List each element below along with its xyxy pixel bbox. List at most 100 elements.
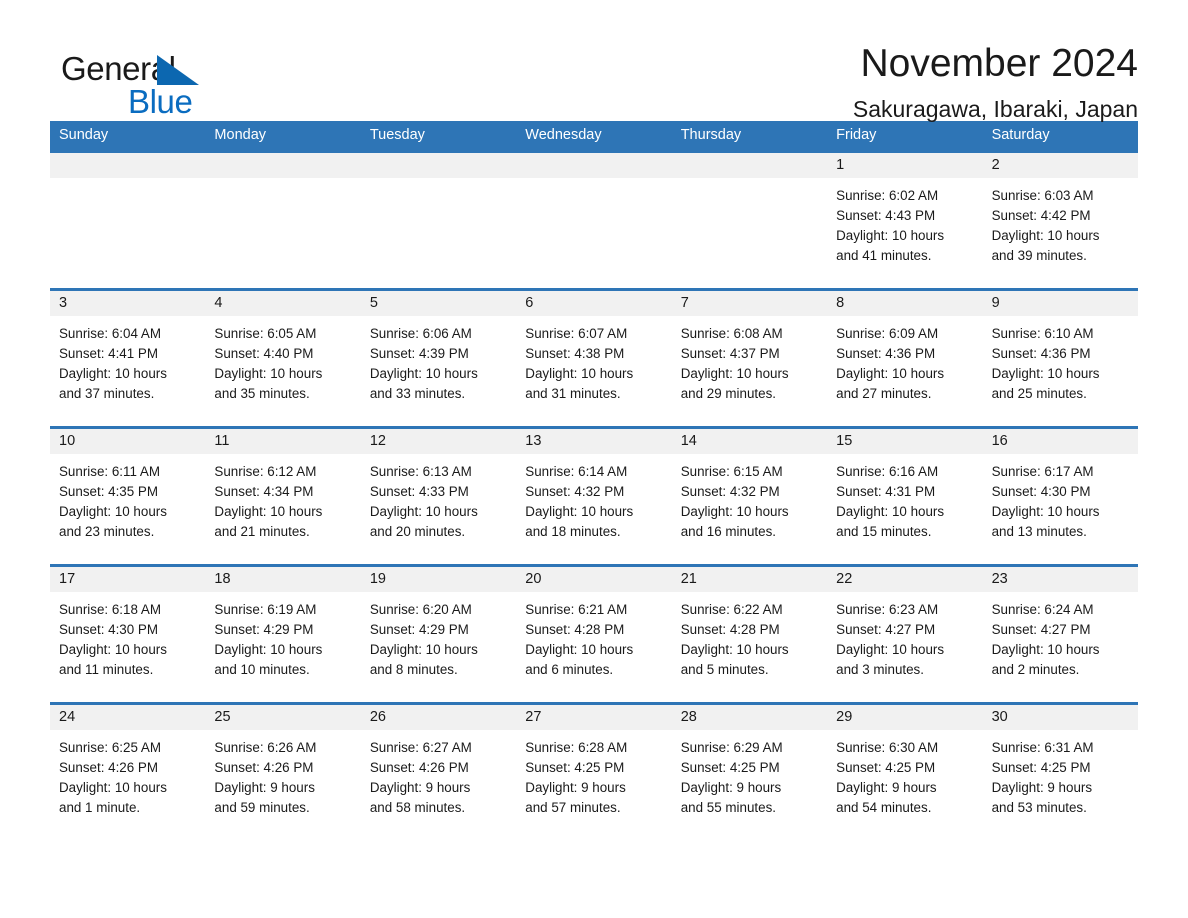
day-number[interactable]: 26 <box>361 705 516 730</box>
day-number[interactable]: 15 <box>827 429 982 454</box>
day-cell[interactable]: Sunrise: 6:03 AM Sunset: 4:42 PM Dayligh… <box>983 178 1138 288</box>
day-number[interactable]: 13 <box>516 429 671 454</box>
day-cell[interactable] <box>672 178 827 288</box>
page-header: General Blue November 2024 Sakuragawa, I… <box>50 0 1138 122</box>
weekday-header-thursday: Thursday <box>680 127 742 143</box>
week-daynumber-band: 10 11 12 13 14 15 16 <box>50 429 1138 454</box>
day-cell[interactable]: Sunrise: 6:06 AM Sunset: 4:39 PM Dayligh… <box>361 316 516 426</box>
day-cell[interactable]: Sunrise: 6:15 AM Sunset: 4:32 PM Dayligh… <box>672 454 827 564</box>
day-number[interactable]: 2 <box>983 153 1138 178</box>
day-number[interactable] <box>50 153 205 178</box>
day-number[interactable]: 23 <box>983 567 1138 592</box>
sunset-text: Sunset: 4:39 PM <box>369 346 469 361</box>
day-number[interactable]: 11 <box>205 429 360 454</box>
day-cell[interactable]: Sunrise: 6:08 AM Sunset: 4:37 PM Dayligh… <box>672 316 827 426</box>
day-number[interactable] <box>516 153 671 178</box>
day-number[interactable]: 5 <box>361 291 516 316</box>
day-cell[interactable]: Sunrise: 6:26 AM Sunset: 4:26 PM Dayligh… <box>205 730 360 840</box>
sunrise-text: Sunrise: 6:28 AM <box>525 740 628 755</box>
day-number[interactable]: 19 <box>361 567 516 592</box>
day-cell[interactable] <box>205 178 360 288</box>
day-cell[interactable]: Sunrise: 6:10 AM Sunset: 4:36 PM Dayligh… <box>983 316 1138 426</box>
day-cell[interactable]: Sunrise: 6:29 AM Sunset: 4:25 PM Dayligh… <box>672 730 827 840</box>
day-number[interactable]: 16 <box>983 429 1138 454</box>
day-number[interactable]: 9 <box>983 291 1138 316</box>
day-number[interactable]: 4 <box>205 291 360 316</box>
daylight-text-line1: Daylight: 10 hours <box>680 642 789 657</box>
day-number[interactable]: 17 <box>50 567 205 592</box>
daylight-text-line2: and 54 minutes. <box>836 800 932 815</box>
day-cell[interactable] <box>516 178 671 288</box>
daylight-text-line1: Daylight: 10 hours <box>214 504 323 519</box>
day-cell[interactable]: Sunrise: 6:17 AM Sunset: 4:30 PM Dayligh… <box>983 454 1138 564</box>
day-cell[interactable]: Sunrise: 6:04 AM Sunset: 4:41 PM Dayligh… <box>50 316 205 426</box>
day-number[interactable] <box>361 153 516 178</box>
sunset-text: Sunset: 4:28 PM <box>525 622 625 637</box>
day-number[interactable]: 14 <box>672 429 827 454</box>
daylight-text-line1: Daylight: 10 hours <box>59 366 167 381</box>
day-number[interactable]: 10 <box>50 429 205 454</box>
day-number[interactable]: 18 <box>205 567 360 592</box>
day-cell[interactable]: Sunrise: 6:31 AM Sunset: 4:25 PM Dayligh… <box>983 730 1138 840</box>
day-cell[interactable]: Sunrise: 6:05 AM Sunset: 4:40 PM Dayligh… <box>205 316 360 426</box>
sunrise-text: Sunrise: 6:03 AM <box>991 188 1094 203</box>
sunrise-text: Sunrise: 6:27 AM <box>369 740 472 755</box>
day-cell[interactable]: Sunrise: 6:18 AM Sunset: 4:30 PM Dayligh… <box>50 592 205 702</box>
daylight-text-line1: Daylight: 10 hours <box>836 228 945 243</box>
day-cell[interactable]: Sunrise: 6:23 AM Sunset: 4:27 PM Dayligh… <box>827 592 982 702</box>
week-daynumber-band: 3 4 5 6 7 8 9 <box>50 291 1138 316</box>
sunrise-text: Sunrise: 6:23 AM <box>836 602 939 617</box>
daylight-text-line2: and 1 minute. <box>59 800 141 815</box>
day-number[interactable] <box>205 153 360 178</box>
daylight-text-line1: Daylight: 10 hours <box>680 366 789 381</box>
day-number[interactable]: 12 <box>361 429 516 454</box>
day-number[interactable] <box>672 153 827 178</box>
day-cell[interactable]: Sunrise: 6:19 AM Sunset: 4:29 PM Dayligh… <box>205 592 360 702</box>
day-number[interactable]: 30 <box>983 705 1138 730</box>
week-row: 24 25 26 27 28 29 30 Sunrise: 6:25 AM Su… <box>50 702 1138 840</box>
day-cell[interactable]: Sunrise: 6:14 AM Sunset: 4:32 PM Dayligh… <box>516 454 671 564</box>
day-number[interactable]: 1 <box>827 153 982 178</box>
day-cell[interactable]: Sunrise: 6:16 AM Sunset: 4:31 PM Dayligh… <box>827 454 982 564</box>
day-cell[interactable]: Sunrise: 6:07 AM Sunset: 4:38 PM Dayligh… <box>516 316 671 426</box>
sunset-text: Sunset: 4:43 PM <box>836 208 936 223</box>
day-cell[interactable]: Sunrise: 6:12 AM Sunset: 4:34 PM Dayligh… <box>205 454 360 564</box>
day-cell[interactable]: Sunrise: 6:30 AM Sunset: 4:25 PM Dayligh… <box>827 730 982 840</box>
day-number[interactable]: 28 <box>672 705 827 730</box>
day-number[interactable]: 24 <box>50 705 205 730</box>
day-cell[interactable]: Sunrise: 6:02 AM Sunset: 4:43 PM Dayligh… <box>827 178 982 288</box>
day-number[interactable]: 27 <box>516 705 671 730</box>
week-detail-row: Sunrise: 6:04 AM Sunset: 4:41 PM Dayligh… <box>50 316 1138 426</box>
daylight-text-line2: and 58 minutes. <box>369 800 466 815</box>
day-cell[interactable]: Sunrise: 6:22 AM Sunset: 4:28 PM Dayligh… <box>672 592 827 702</box>
day-number[interactable]: 22 <box>827 567 982 592</box>
daylight-text-line1: Daylight: 10 hours <box>991 642 1100 657</box>
day-cell[interactable]: Sunrise: 6:11 AM Sunset: 4:35 PM Dayligh… <box>50 454 205 564</box>
day-number[interactable]: 29 <box>827 705 982 730</box>
general-blue-logo[interactable]: General Blue <box>50 44 250 120</box>
day-cell[interactable]: Sunrise: 6:20 AM Sunset: 4:29 PM Dayligh… <box>361 592 516 702</box>
day-cell[interactable]: Sunrise: 6:13 AM Sunset: 4:33 PM Dayligh… <box>361 454 516 564</box>
title-block: November 2024 Sakuragawa, Ibaraki, Japan <box>853 43 1138 122</box>
daylight-text-line1: Daylight: 9 hours <box>525 780 626 795</box>
day-cell[interactable]: Sunrise: 6:24 AM Sunset: 4:27 PM Dayligh… <box>983 592 1138 702</box>
day-cell[interactable]: Sunrise: 6:28 AM Sunset: 4:25 PM Dayligh… <box>516 730 671 840</box>
daylight-text-line2: and 21 minutes. <box>214 524 310 539</box>
sunset-text: Sunset: 4:31 PM <box>836 484 936 499</box>
daylight-text-line2: and 33 minutes. <box>369 386 466 401</box>
day-cell[interactable]: Sunrise: 6:09 AM Sunset: 4:36 PM Dayligh… <box>827 316 982 426</box>
day-cell[interactable] <box>361 178 516 288</box>
sunset-text: Sunset: 4:25 PM <box>525 760 625 775</box>
day-cell[interactable]: Sunrise: 6:21 AM Sunset: 4:28 PM Dayligh… <box>516 592 671 702</box>
day-number[interactable]: 25 <box>205 705 360 730</box>
day-cell[interactable]: Sunrise: 6:25 AM Sunset: 4:26 PM Dayligh… <box>50 730 205 840</box>
day-cell[interactable] <box>50 178 205 288</box>
day-cell[interactable]: Sunrise: 6:27 AM Sunset: 4:26 PM Dayligh… <box>361 730 516 840</box>
daylight-text-line1: Daylight: 10 hours <box>59 780 167 795</box>
day-number[interactable]: 20 <box>516 567 671 592</box>
day-number[interactable]: 3 <box>50 291 205 316</box>
day-number[interactable]: 21 <box>672 567 827 592</box>
day-number[interactable]: 6 <box>516 291 671 316</box>
day-number[interactable]: 8 <box>827 291 982 316</box>
day-number[interactable]: 7 <box>672 291 827 316</box>
